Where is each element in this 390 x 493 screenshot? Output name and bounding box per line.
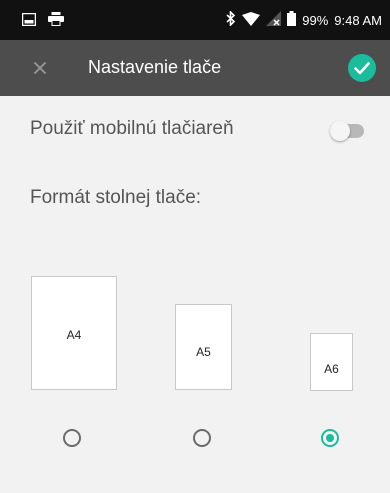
paper-a4[interactable]: A4 <box>31 276 117 390</box>
paper-a5-label: A5 <box>196 345 211 359</box>
format-label: Formát stolnej tlače: <box>30 187 202 208</box>
status-notifications <box>21 12 64 31</box>
wifi-icon <box>242 11 261 29</box>
battery-icon <box>287 11 297 29</box>
print-notification-icon <box>48 12 64 31</box>
image-notification-icon <box>21 12 37 31</box>
status-indicators: 99% 9:48 AM <box>226 10 382 29</box>
bluetooth-icon <box>226 10 236 29</box>
mobile-printer-toggle[interactable] <box>330 121 364 141</box>
radio-a5[interactable] <box>193 429 211 447</box>
mobile-printer-label: Použiť mobilnú tlačiareň <box>30 118 234 139</box>
clock: 9:48 AM <box>334 12 382 28</box>
close-button[interactable] <box>28 56 52 80</box>
confirm-button[interactable] <box>348 54 376 82</box>
close-icon <box>33 61 47 75</box>
mobile-printer-setting: Použiť mobilnú tlačiareň <box>30 118 364 144</box>
paper-a6[interactable]: A6 <box>310 333 353 391</box>
radio-a6[interactable] <box>321 429 339 447</box>
toggle-thumb <box>330 121 350 141</box>
radio-dot <box>326 434 334 442</box>
signal-icon <box>266 11 282 29</box>
paper-a5[interactable]: A5 <box>175 304 232 390</box>
paper-a4-label: A4 <box>66 328 82 342</box>
radio-a4[interactable] <box>63 429 81 447</box>
status-bar: 99% 9:48 AM <box>0 0 390 40</box>
battery-level: 99% <box>302 12 329 28</box>
toolbar: Nastavenie tlače <box>0 40 390 96</box>
page-title: Nastavenie tlače <box>88 57 222 77</box>
paper-a6-label: A6 <box>324 362 339 376</box>
check-icon <box>354 62 370 75</box>
